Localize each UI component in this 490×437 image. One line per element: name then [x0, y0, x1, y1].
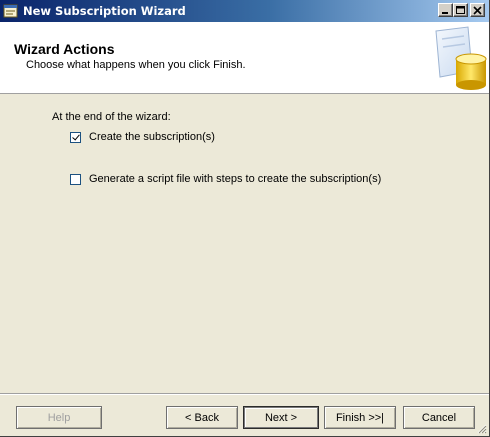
- back-button[interactable]: < Back: [166, 406, 238, 429]
- minimize-button[interactable]: [438, 3, 453, 17]
- window-title: New Subscription Wizard: [23, 4, 186, 18]
- create-subscription-checkbox[interactable]: [70, 131, 81, 143]
- minimize-icon: [442, 12, 448, 14]
- wizard-window: New Subscription Wizard Wizard Actions C…: [0, 0, 490, 437]
- database-wizard-graphic: [435, 26, 487, 90]
- size-grip-icon[interactable]: [475, 422, 487, 434]
- maximize-icon: [456, 6, 465, 14]
- close-icon: [473, 6, 482, 15]
- generate-script-checkbox[interactable]: [70, 173, 81, 185]
- maximize-button[interactable]: [453, 3, 468, 17]
- wizard-body: At the end of the wizard: Create the sub…: [0, 94, 489, 390]
- create-subscription-option[interactable]: Create the subscription(s): [70, 129, 215, 145]
- help-button[interactable]: Help: [16, 406, 102, 429]
- generate-script-option[interactable]: Generate a script file with steps to cre…: [70, 171, 381, 187]
- wizard-app-icon: [3, 3, 19, 19]
- generate-script-label[interactable]: Generate a script file with steps to cre…: [89, 173, 381, 185]
- title-bar[interactable]: New Subscription Wizard: [0, 0, 489, 22]
- wizard-header: Wizard Actions Choose what happens when …: [0, 22, 489, 94]
- next-button[interactable]: Next >: [243, 406, 319, 429]
- finish-button[interactable]: Finish >>|: [324, 406, 396, 429]
- page-subtitle: Choose what happens when you click Finis…: [26, 59, 246, 71]
- footer-divider: [0, 393, 489, 395]
- close-button[interactable]: [470, 3, 485, 17]
- cancel-button[interactable]: Cancel: [403, 406, 475, 429]
- section-label: At the end of the wizard:: [52, 111, 171, 123]
- create-subscription-label[interactable]: Create the subscription(s): [89, 131, 215, 143]
- page-title: Wizard Actions: [14, 41, 115, 57]
